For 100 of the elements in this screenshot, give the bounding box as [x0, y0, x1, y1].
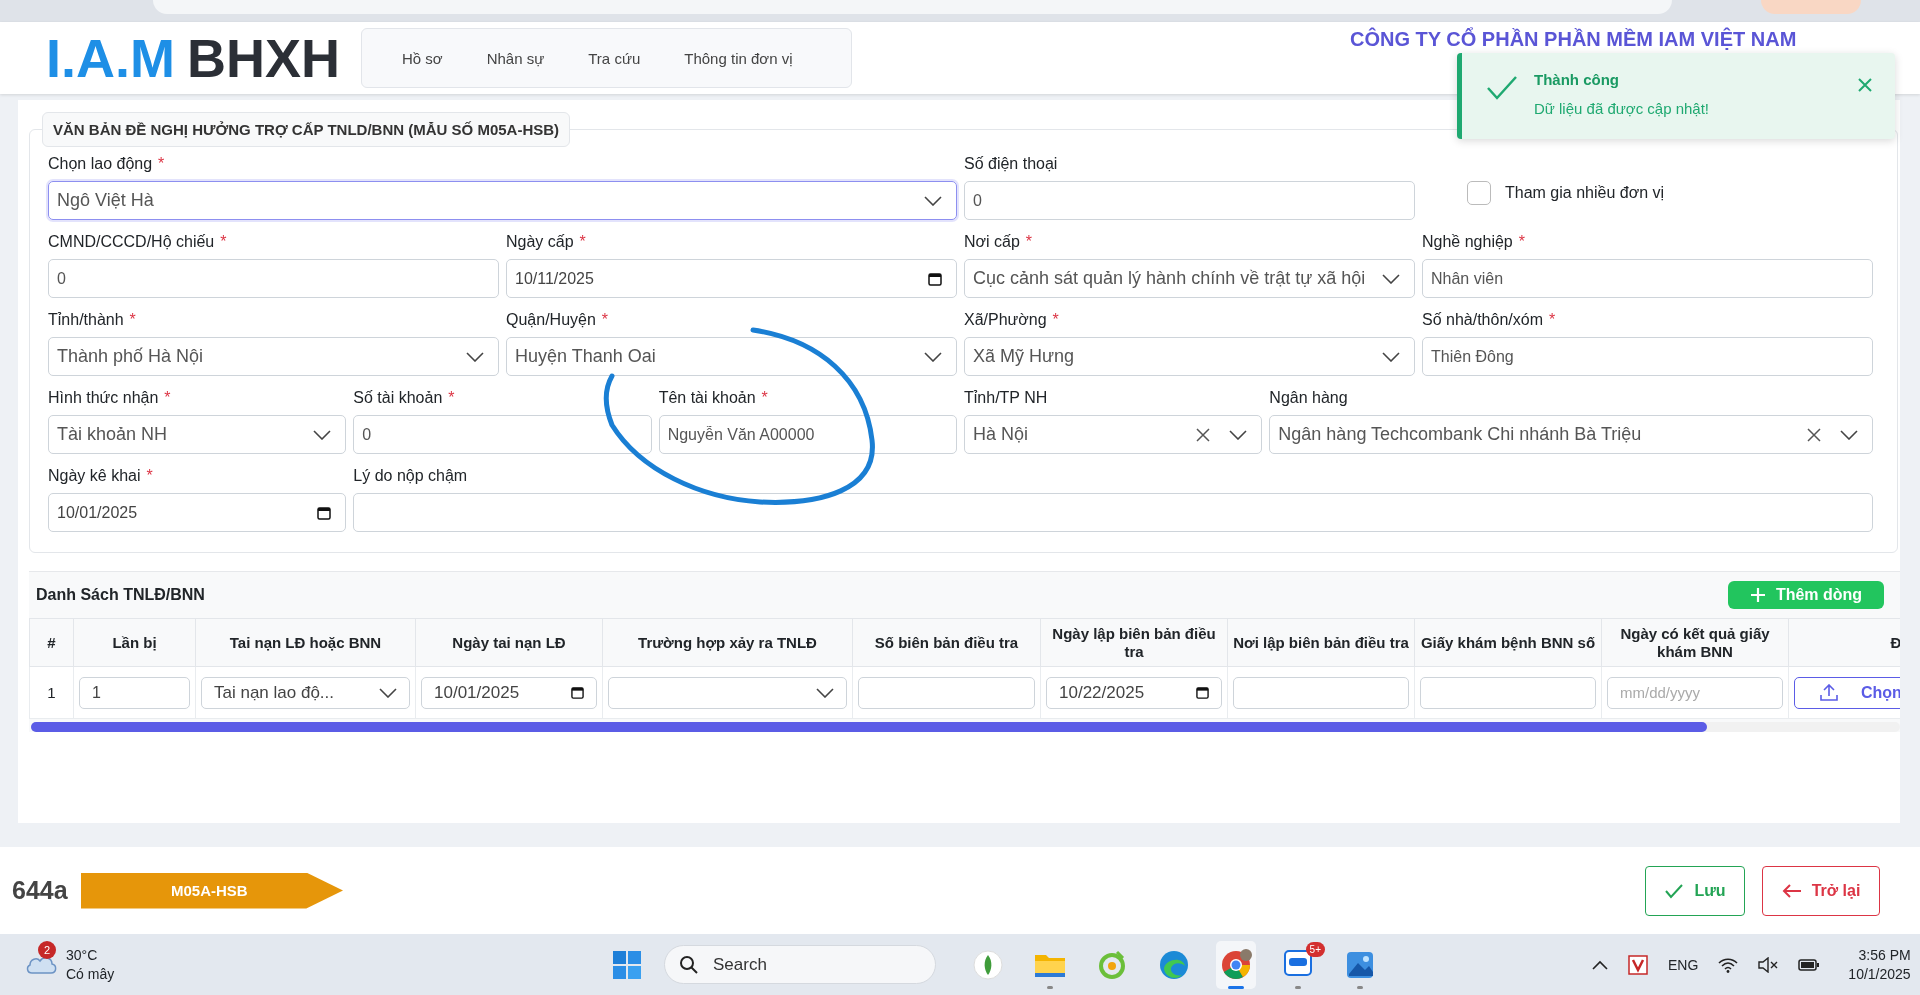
- field-label: Hình thức nhận: [48, 389, 159, 408]
- field-label: Ngày kê khai: [48, 467, 141, 486]
- table-title: Danh Sách TNLĐ/BNN: [36, 586, 205, 604]
- required-mark: *: [1518, 233, 1525, 252]
- input-field[interactable]: [1420, 676, 1596, 709]
- logo-brand: I.A.M: [46, 27, 175, 89]
- toast-title: Thành công: [1534, 71, 1620, 88]
- column-header: Ngày lập biên bản điều tra: [1052, 624, 1216, 660]
- chevron-down-icon: [1229, 429, 1248, 440]
- calendar-icon[interactable]: [571, 686, 584, 699]
- select-field[interactable]: Tai nạn lao độ...: [201, 676, 410, 709]
- column-header: Ngày tai nạn LĐ: [452, 633, 566, 651]
- field-label: Số nhà/thôn/xóm: [1422, 311, 1543, 330]
- field-label: Quận/Huyện: [506, 311, 596, 330]
- column-header: Nơi lập biên bản điều tra: [1233, 633, 1409, 651]
- field-label: Xã/Phường: [964, 311, 1047, 330]
- field-label: Tỉnh/thành: [48, 311, 124, 330]
- nav-link[interactable]: Thông tin đơn vị: [684, 49, 793, 67]
- speaker-muted-icon[interactable]: [1758, 956, 1779, 973]
- weather-text: Có mây: [66, 964, 115, 983]
- clock[interactable]: 3:56 PM 10/1/2025: [1848, 945, 1911, 984]
- date-field[interactable]: 10/01/2025: [48, 493, 347, 532]
- browser-icon[interactable]: [1159, 949, 1189, 980]
- calendar-icon[interactable]: [1196, 686, 1209, 699]
- arrow-left-icon: [1781, 882, 1802, 899]
- start-icon[interactable]: [612, 949, 642, 980]
- tray-app-icon[interactable]: [1628, 954, 1648, 975]
- input-field[interactable]: Nhân viên: [1422, 259, 1873, 298]
- checkbox[interactable]: [1467, 181, 1491, 205]
- calendar-icon[interactable]: [928, 271, 942, 286]
- required-mark: *: [1025, 233, 1033, 252]
- required-mark: *: [220, 233, 227, 252]
- required-mark: *: [1548, 311, 1556, 330]
- input-field[interactable]: [858, 676, 1035, 709]
- battery-icon[interactable]: [1798, 957, 1821, 972]
- photos-icon[interactable]: [1345, 949, 1375, 980]
- required-mark: *: [158, 155, 165, 174]
- choose-file-button[interactable]: Chọn: [1794, 676, 1900, 709]
- clear-icon[interactable]: [1806, 426, 1822, 443]
- calendar-icon[interactable]: [317, 505, 332, 520]
- select-field[interactable]: Cục cảnh sát quản lý hành chính về trật tự xã hội: [964, 259, 1415, 298]
- field-label: Chọn lao động: [48, 155, 153, 174]
- back-button[interactable]: Trở lại: [1762, 865, 1880, 916]
- select-field[interactable]: Tài khoản NH: [48, 415, 347, 454]
- check-icon: [1664, 882, 1685, 899]
- select-field[interactable]: Xã Mỹ Hưng: [964, 337, 1415, 376]
- nav-link[interactable]: Nhân sự: [486, 49, 545, 67]
- leaf-icon[interactable]: [973, 949, 1003, 980]
- column-header: Trường hợp xảy ra TNLĐ: [638, 633, 817, 651]
- input-field[interactable]: Nguyễn Văn A00000: [658, 415, 957, 454]
- input-field[interactable]: [353, 493, 1873, 532]
- select-field[interactable]: Ngô Việt Hà: [48, 181, 957, 220]
- date-field[interactable]: 10/11/2025: [506, 259, 957, 298]
- input-field[interactable]: 1: [79, 676, 190, 709]
- input-field[interactable]: 0: [48, 259, 499, 298]
- field-label: Số điện thoại: [964, 155, 1058, 174]
- required-mark: *: [164, 389, 171, 408]
- search-field[interactable]: Search: [664, 945, 936, 984]
- field-label: Nghề nghiệp: [1422, 233, 1513, 252]
- field-label: Lý do nộp chậm: [353, 467, 468, 486]
- date-field[interactable]: 10/01/2025: [421, 676, 597, 709]
- form-tag: M05A-HSB: [81, 872, 343, 909]
- input-field[interactable]: [1233, 676, 1409, 709]
- field-label: CMND/CCCD/Hộ chiếu: [48, 233, 215, 252]
- select-field[interactable]: [608, 676, 847, 709]
- notification-badge: 5+: [1305, 941, 1325, 957]
- check-icon: [1486, 75, 1518, 101]
- chevron-down-icon: [816, 687, 834, 698]
- column-header: #: [47, 633, 56, 651]
- required-mark: *: [579, 233, 586, 252]
- nav-link[interactable]: Tra cứu: [588, 49, 641, 67]
- column-header: Giấy khám bệnh BNN số: [1420, 633, 1596, 651]
- wifi-icon[interactable]: [1718, 956, 1739, 973]
- form-title: VĂN BẢN ĐỀ NGHỊ HƯỞNG TRỢ CẤP TNLD/BNN (MẪU SỐ M05A-HSB): [42, 112, 571, 147]
- notification-badge: 2: [38, 940, 56, 959]
- select-field[interactable]: Hà Nội: [964, 415, 1263, 454]
- required-mark: *: [129, 311, 136, 330]
- required-mark: *: [448, 389, 455, 408]
- chevron-up-icon[interactable]: [1592, 959, 1608, 970]
- language-indicator[interactable]: ENG: [1668, 956, 1699, 973]
- chevron-down-icon: [313, 429, 332, 440]
- chevron-down-icon: [924, 195, 942, 206]
- select-field[interactable]: Huyện Thanh Oai: [506, 337, 957, 376]
- nav-link[interactable]: Hồ sơ: [402, 49, 443, 67]
- input-field[interactable]: 0: [353, 415, 652, 454]
- browser-icon[interactable]: [1220, 948, 1252, 981]
- input-field[interactable]: 0: [964, 181, 1415, 220]
- row-number: 1: [47, 683, 56, 701]
- clear-icon[interactable]: [1195, 426, 1212, 443]
- column-header: Đ: [1890, 633, 1900, 651]
- required-mark: *: [146, 467, 153, 486]
- search-icon: [679, 954, 699, 975]
- upload-icon: [1819, 683, 1839, 702]
- select-field[interactable]: Ngân hàng Techcombank Chi nhánh Bà Triệu: [1269, 415, 1873, 454]
- input-field[interactable]: Thiên Đông: [1422, 337, 1873, 376]
- column-header: Số biên bản điều tra: [874, 633, 1019, 651]
- select-field[interactable]: Thành phố Hà Nội: [48, 337, 499, 376]
- date-field[interactable]: 10/22/2025: [1046, 676, 1222, 709]
- field-label: Tỉnh/TP NH: [964, 389, 1048, 408]
- close-icon[interactable]: [1857, 77, 1873, 93]
